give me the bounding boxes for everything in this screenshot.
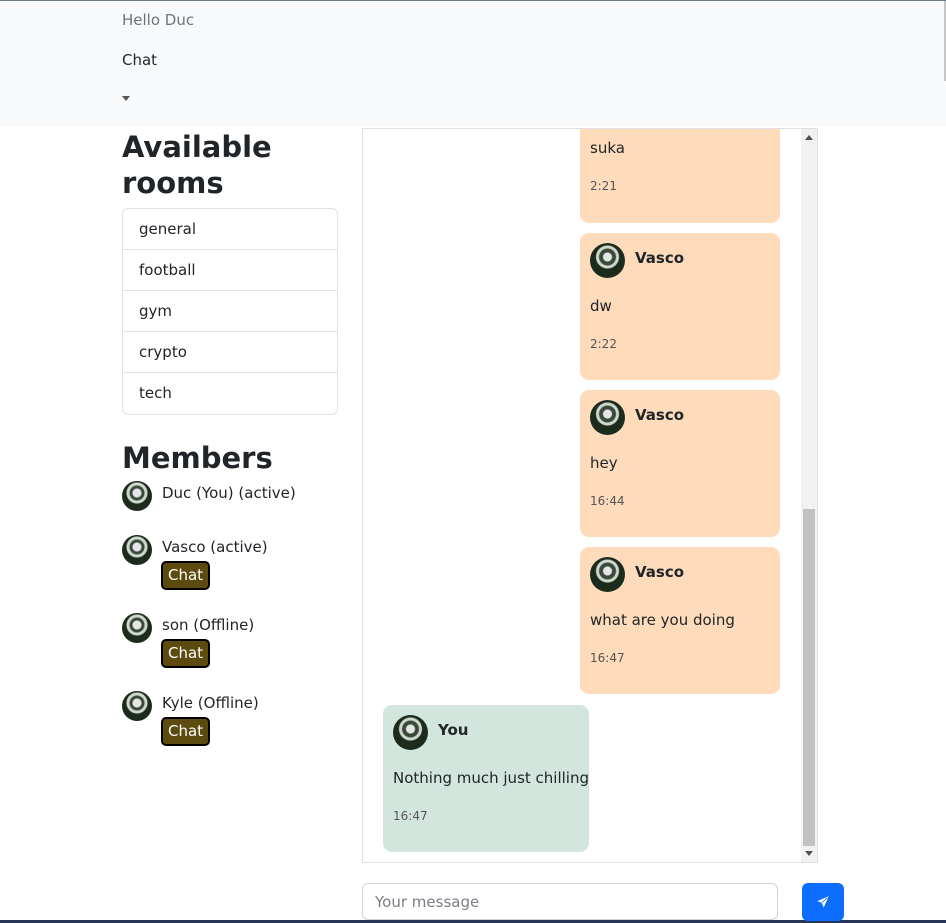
message-time: 16:47 xyxy=(590,651,625,665)
avatar xyxy=(590,400,625,435)
scroll-down-icon[interactable] xyxy=(805,851,813,856)
navbar: Hello Duc Chat xyxy=(0,1,946,127)
dropdown-caret-icon[interactable] xyxy=(122,96,130,101)
message-author: You xyxy=(438,721,469,739)
avatar xyxy=(590,243,625,278)
avatar xyxy=(590,557,625,592)
message-list[interactable]: suka 2:21 Vasco dw 2:22 Vasco hey 16:44 … xyxy=(362,128,818,863)
member-name: Duc (You) (active) xyxy=(162,484,296,502)
message-input-wrapper xyxy=(362,883,778,920)
paper-plane-icon xyxy=(816,895,830,909)
room-item-gym[interactable]: gym xyxy=(123,291,337,332)
message-bubble: Vasco hey 16:44 xyxy=(580,390,780,537)
message-bubble: suka 2:21 xyxy=(580,129,780,223)
room-list: general football gym crypto tech xyxy=(122,208,338,415)
chat-button-son[interactable]: Chat xyxy=(161,639,210,668)
message-text: suka xyxy=(590,139,625,157)
room-item-football[interactable]: football xyxy=(123,250,337,291)
avatar xyxy=(122,691,152,721)
message-bubble: Vasco what are you doing 16:47 xyxy=(580,547,780,694)
rooms-title: Available rooms xyxy=(122,130,272,200)
room-item-crypto[interactable]: crypto xyxy=(123,332,337,373)
message-time: 2:22 xyxy=(590,337,617,351)
message-text: Nothing much just chilling xyxy=(393,769,589,787)
scrollbar-thumb[interactable] xyxy=(803,509,815,846)
message-text: what are you doing xyxy=(590,611,735,629)
message-scrollbar[interactable] xyxy=(801,129,817,862)
chat-page: Hello Duc Chat Available rooms general f… xyxy=(0,0,946,923)
chat-button-kyle[interactable]: Chat xyxy=(161,717,210,746)
member-name: Vasco (active) xyxy=(162,538,268,556)
members-title: Members xyxy=(122,441,273,475)
room-item-general[interactable]: general xyxy=(123,209,337,250)
member-name: son (Offline) xyxy=(162,616,255,634)
message-input[interactable] xyxy=(363,884,777,919)
message-time: 16:44 xyxy=(590,494,625,508)
message-bubble: Vasco dw 2:22 xyxy=(580,233,780,380)
message-author: Vasco xyxy=(635,406,685,424)
avatar xyxy=(122,481,152,511)
scroll-up-icon[interactable] xyxy=(805,135,813,140)
message-author: Vasco xyxy=(635,563,685,581)
message-bubble-mine: You Nothing much just chilling 16:47 xyxy=(383,705,589,852)
send-button[interactable] xyxy=(802,883,844,921)
message-time: 16:47 xyxy=(393,809,428,823)
nav-link-chat[interactable]: Chat xyxy=(122,51,157,69)
member-name: Kyle (Offline) xyxy=(162,694,259,712)
avatar xyxy=(122,613,152,643)
chat-button-vasco[interactable]: Chat xyxy=(161,561,210,590)
message-text: dw xyxy=(590,297,612,315)
avatar xyxy=(393,715,428,750)
room-item-tech[interactable]: tech xyxy=(123,373,337,414)
navbar-brand[interactable]: Hello Duc xyxy=(122,11,194,29)
message-time: 2:21 xyxy=(590,179,617,193)
avatar xyxy=(122,535,152,565)
message-text: hey xyxy=(590,454,618,472)
message-author: Vasco xyxy=(635,249,685,267)
